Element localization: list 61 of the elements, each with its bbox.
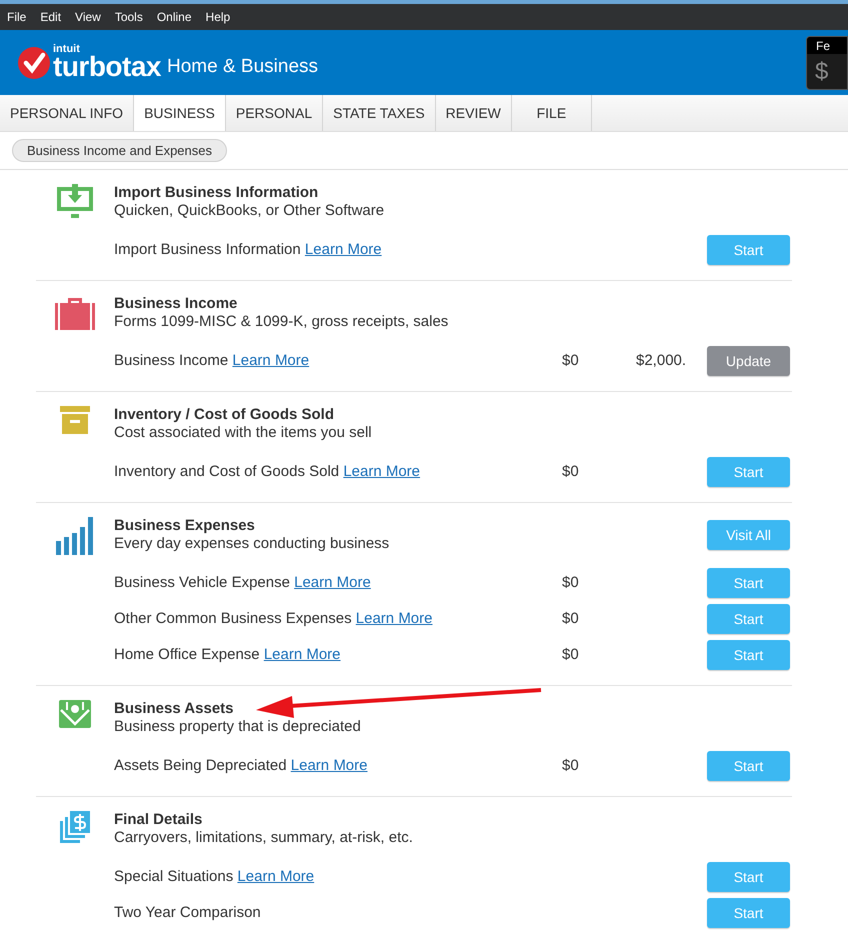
- amount-text: $2,000.: [636, 352, 686, 369]
- section-title: Import Business Information: [114, 184, 318, 202]
- section-title: Business Expenses: [114, 517, 255, 535]
- learn-more-link[interactable]: Learn More: [343, 462, 420, 480]
- menu-item[interactable]: Tools: [114, 8, 143, 26]
- row-label: Special Situations: [114, 868, 234, 885]
- nav-tab[interactable]: STATE TAXES: [323, 95, 436, 131]
- menu-item[interactable]: Online: [156, 8, 192, 26]
- learn-more-link[interactable]: Learn More: [237, 868, 314, 885]
- section-subtitle: Every day expenses conducting business: [114, 535, 390, 553]
- amount-text: $0: [562, 646, 579, 663]
- archive-box-icon: [60, 406, 90, 434]
- amount-text: $0: [562, 610, 579, 627]
- amount-text: $0: [562, 462, 579, 480]
- row-label: Other Common Business Expenses: [114, 610, 352, 627]
- row-label: Import Business Information: [114, 240, 301, 258]
- nav-tab[interactable]: BUSINESS: [134, 95, 226, 131]
- row-label: Inventory and Cost of Goods Sold: [114, 462, 340, 480]
- learn-more-link[interactable]: Learn More: [264, 646, 341, 663]
- section-subtitle: Forms 1099-MISC & 1099-K, gross receipts, sales: [114, 313, 448, 331]
- briefcase-icon: [55, 295, 95, 331]
- learn-more-link[interactable]: Learn More: [294, 574, 371, 591]
- breadcrumb-pill[interactable]: Business Income and Expenses: [12, 139, 227, 162]
- dollar-stack-icon: [60, 811, 90, 843]
- nav-tab[interactable]: PERSONAL: [226, 95, 324, 131]
- row-label: Business Vehicle Expense: [114, 574, 290, 591]
- learn-more-link[interactable]: Learn More: [356, 610, 432, 627]
- monitor-download-icon: [56, 184, 94, 220]
- row-label: Two Year Comparison: [114, 904, 261, 921]
- meter-label: Fe: [807, 37, 847, 54]
- amount-text: $0: [562, 756, 579, 774]
- update-button[interactable]: Update: [707, 346, 790, 376]
- section-subtitle: Carryovers, limitations, summary, at-risk, etc.: [114, 829, 413, 847]
- intuit-wordmark: intuit: [53, 44, 81, 55]
- learn-more-link[interactable]: Learn More: [290, 756, 368, 774]
- section-title: Business Assets: [114, 700, 234, 718]
- row-label: Business Income: [114, 352, 228, 369]
- menu-item[interactable]: View: [75, 8, 101, 26]
- brand-wordmark: turbotax: [53, 53, 161, 81]
- row-label: Assets Being Depreciated: [114, 756, 287, 774]
- learn-more-link[interactable]: Learn More: [232, 352, 310, 369]
- row-label: Home Office Expense: [114, 646, 260, 663]
- menu-item[interactable]: Help: [206, 8, 230, 26]
- menu-item[interactable]: Edit: [40, 8, 62, 26]
- edition-title: Home & Business: [167, 55, 318, 80]
- section-subtitle: Quicken, QuickBooks, or Other Software: [114, 202, 384, 220]
- section-title: Inventory / Cost of Goods Sold: [114, 406, 334, 424]
- signal-bars-icon: [56, 517, 94, 555]
- meter-value: $: [814, 57, 830, 87]
- amount-text: $0: [562, 574, 579, 591]
- menu-item[interactable]: File: [7, 8, 26, 26]
- nav-tab[interactable]: FILE: [512, 95, 592, 131]
- section-subtitle: Business property that is depreciated: [114, 718, 361, 736]
- section-subtitle: Cost associated with the items you sell: [114, 424, 372, 442]
- nav-tab[interactable]: REVIEW: [436, 95, 512, 131]
- check-logo-icon: [18, 46, 50, 78]
- section-title: Business Income: [114, 295, 238, 313]
- section-title: Final Details: [114, 811, 202, 829]
- amount-text: $0: [562, 352, 579, 369]
- cash-envelope-icon: [59, 700, 91, 728]
- learn-more-link[interactable]: Learn More: [304, 240, 382, 258]
